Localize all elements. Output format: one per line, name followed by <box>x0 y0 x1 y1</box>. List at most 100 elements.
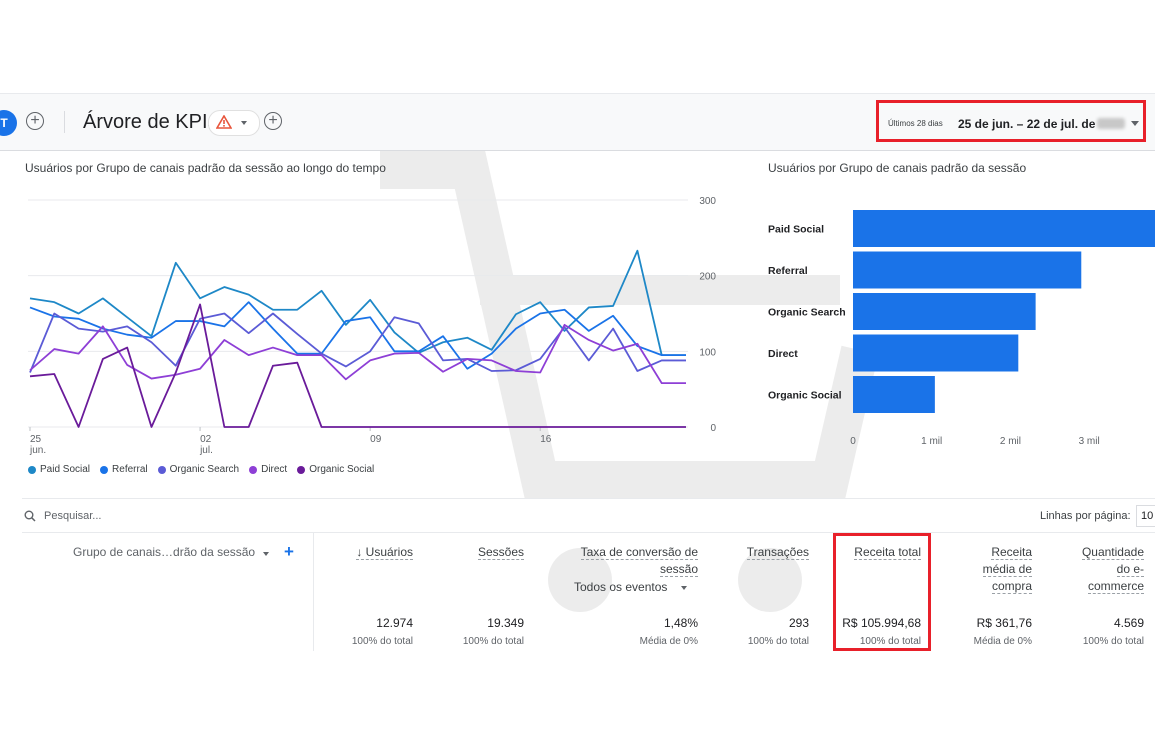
toolbar-divider <box>64 111 65 133</box>
column-header-conv[interactable]: Taxa de conversão de sessão <box>580 544 698 578</box>
bar-chart-title: Usuários por Grupo de canais padrão da s… <box>768 161 1027 175</box>
total-sub-trans: 100% do total <box>747 636 809 647</box>
add-comparison-icon[interactable]: + <box>26 112 44 130</box>
x-tick-label: 02 <box>200 434 212 445</box>
total-value-trans: 293 <box>788 616 809 630</box>
page-title: Árvore de KPIs <box>83 111 218 133</box>
date-preset-label: Últimos 28 dias <box>888 119 943 128</box>
column-divider <box>313 533 314 651</box>
legend-label: Referral <box>112 464 148 475</box>
bar-chart: 0 1 mil 2 mil 3 mil Paid Social Referral Organ… <box>768 210 1155 447</box>
legend-item[interactable]: Direct <box>249 464 287 475</box>
warning-icon <box>216 115 232 129</box>
total-value-sessions: 19.349 <box>487 616 524 630</box>
y-tick-label: 0 <box>710 423 716 434</box>
total-value-qty: 4.569 <box>1113 616 1144 630</box>
total-sub-sessions: 100% do total <box>462 636 524 647</box>
total-value-avg: R$ 361,76 <box>976 616 1032 630</box>
column-header-text: do e- <box>1116 562 1144 577</box>
x-tick-label: 09 <box>370 434 382 445</box>
rows-per-page-select[interactable]: 10 <box>1136 505 1155 527</box>
bar-organic-social[interactable] <box>853 376 935 413</box>
series-line-organic-search[interactable] <box>29 312 686 373</box>
blurred-year <box>1097 118 1125 129</box>
total-value-conv: 1,48% <box>663 616 698 630</box>
bar-category-label: Organic Search <box>768 307 846 319</box>
column-header-qty[interactable]: Quantidade do e-commerce <box>1081 544 1144 595</box>
legend-dot <box>249 465 258 474</box>
column-header-text: Receita <box>991 545 1032 560</box>
column-header-text: média de <box>982 562 1032 577</box>
column-header-trans[interactable]: Transações <box>746 544 809 561</box>
x-tick-label: 2 mil <box>1000 436 1021 447</box>
x-tick-label: 25 <box>30 434 42 445</box>
report-status-chip[interactable] <box>208 110 260 136</box>
divider-line <box>22 498 1155 499</box>
search-input[interactable]: Pesquisar... <box>44 510 101 522</box>
legend-item[interactable]: Organic Search <box>157 464 240 475</box>
column-header-text: compra <box>991 579 1032 594</box>
total-sub-conv: Média de 0% <box>639 636 698 647</box>
bar-referral[interactable] <box>853 251 1082 289</box>
column-header-text: sessão <box>659 562 698 577</box>
dimension-dropdown-icon[interactable] <box>263 552 269 556</box>
legend-item[interactable]: Paid Social <box>28 464 90 475</box>
events-dropdown-icon[interactable] <box>681 586 687 590</box>
column-header-text: Taxa de conversão de <box>580 545 698 560</box>
legend-label: Organic Social <box>309 464 375 475</box>
divider-line <box>22 532 1155 533</box>
date-range-value: 25 de jun. – 22 de jul. de <box>958 117 1096 131</box>
legend-dot <box>157 465 166 474</box>
column-header-avg[interactable]: Receita média de compra <box>982 544 1032 595</box>
column-header-text: Sessões <box>477 545 524 560</box>
y-tick-label: 100 <box>699 347 716 358</box>
line-chart: 300 200 100 0 25jun. 02jul. 09 16 <box>28 196 716 456</box>
date-range-picker[interactable]: Últimos 28 dias 25 de jun. – 22 de jul. … <box>876 100 1146 142</box>
bar-organic-search[interactable] <box>853 293 1036 330</box>
legend-label: Direct <box>261 464 288 475</box>
column-header-text: Transações <box>746 545 809 560</box>
total-sub-users: 100% do total <box>351 636 413 647</box>
y-tick-label: 200 <box>699 272 716 283</box>
chevron-down-icon <box>241 121 247 125</box>
x-tick-label: jun. <box>29 445 46 456</box>
total-sub-qty: 100% do total <box>1082 636 1144 647</box>
bar-category-label: Direct <box>768 348 798 360</box>
events-filter[interactable]: Todos os eventos <box>574 580 667 594</box>
x-tick-label: 16 <box>540 434 552 445</box>
column-header-users[interactable]: ↓ Usuários <box>356 544 413 561</box>
bar-category-label: Referral <box>768 265 808 277</box>
search-icon <box>24 510 36 522</box>
rows-per-page-label: Linhas por página: <box>1040 510 1131 522</box>
column-header-sessions[interactable]: Sessões <box>477 544 524 561</box>
legend-label: Paid Social <box>40 464 91 475</box>
column-header-text: ↓ Usuários <box>356 545 413 560</box>
x-tick-label: 1 mil <box>921 436 942 447</box>
bar-direct[interactable] <box>853 334 1019 372</box>
add-report-icon[interactable]: + <box>264 112 282 130</box>
legend-dot <box>297 465 306 474</box>
line-chart-legend: Paid Social Referral Organic Search Direct O… <box>28 464 374 475</box>
legend-item[interactable]: Referral <box>100 464 148 475</box>
dimension-header[interactable]: Grupo de canais…drão da sessão <box>73 545 255 559</box>
bar-category-label: Organic Social <box>768 390 842 402</box>
legend-label: Organic Search <box>169 464 240 475</box>
table-search[interactable]: Pesquisar... <box>24 510 101 522</box>
x-tick-label: jul. <box>199 445 213 456</box>
total-sub-avg: Média de 0% <box>973 636 1032 647</box>
dropdown-caret-icon <box>1131 121 1139 126</box>
revenue-highlight-box <box>833 533 931 651</box>
column-header-text: Quantidade <box>1081 545 1144 560</box>
y-tick-label: 300 <box>699 196 716 207</box>
line-chart-title: Usuários por Grupo de canais padrão da s… <box>25 161 386 175</box>
bar-paid-social[interactable] <box>853 210 1155 247</box>
x-tick-label: 3 mil <box>1079 436 1100 447</box>
total-value-users: 12.974 <box>376 616 413 630</box>
legend-dot <box>100 465 109 474</box>
legend-item[interactable]: Organic Social <box>297 464 374 475</box>
legend-dot <box>28 465 36 474</box>
x-tick-label: 0 <box>850 436 856 447</box>
column-header-text: commerce <box>1087 579 1144 594</box>
bar-category-label: Paid Social <box>768 224 824 236</box>
add-dimension-icon[interactable]: + <box>284 542 294 562</box>
